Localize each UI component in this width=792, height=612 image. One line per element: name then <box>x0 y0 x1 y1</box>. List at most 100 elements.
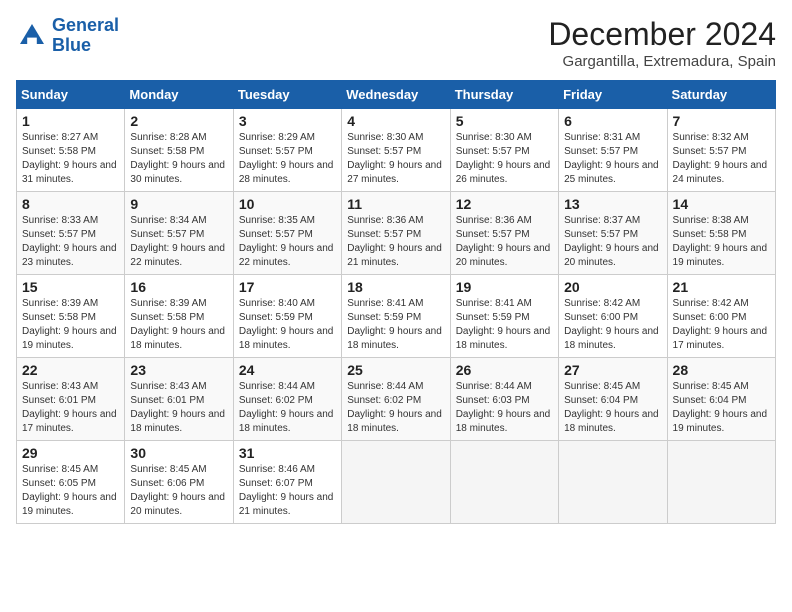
calendar-cell: 24Sunrise: 8:44 AM Sunset: 6:02 PM Dayli… <box>233 358 341 441</box>
day-header-saturday: Saturday <box>667 81 775 109</box>
day-info: Sunrise: 8:33 AM Sunset: 5:57 PM Dayligh… <box>22 214 119 270</box>
calendar-cell: 30 Sunrise: 8:45 AM Sunset: 6:06 PM Dayli… <box>125 441 233 524</box>
calendar-cell: 21Sunrise: 8:42 AM Sunset: 6:00 PM Dayli… <box>667 275 775 358</box>
day-info: Sunrise: 8:46 AM Sunset: 6:07 PM Dayligh… <box>239 463 336 519</box>
logo-icon <box>16 20 48 52</box>
day-info: Sunrise: 8:42 AM Sunset: 6:00 PM Dayligh… <box>564 297 661 353</box>
logo-text: General Blue <box>52 16 119 56</box>
day-info: Sunrise: 8:32 AM Sunset: 5:57 PM Dayligh… <box>673 131 770 187</box>
day-info: Sunrise: 8:45 AM Sunset: 6:06 PM Dayligh… <box>130 463 227 519</box>
day-number: 9 <box>130 196 227 212</box>
day-info: Sunrise: 8:30 AM Sunset: 5:57 PM Dayligh… <box>347 131 444 187</box>
calendar-table: SundayMondayTuesdayWednesdayThursdayFrid… <box>16 80 776 524</box>
day-info: Sunrise: 8:44 AM Sunset: 6:02 PM Dayligh… <box>347 380 444 436</box>
day-number: 14 <box>673 196 770 212</box>
calendar-cell: 9Sunrise: 8:34 AM Sunset: 5:57 PM Daylig… <box>125 192 233 275</box>
day-number: 27 <box>564 362 661 378</box>
day-number: 28 <box>673 362 770 378</box>
day-header-sunday: Sunday <box>17 81 125 109</box>
calendar-cell: 13 Sunrise: 8:37 AM Sunset: 5:57 PM Dayli… <box>559 192 667 275</box>
day-number: 6 <box>564 113 661 129</box>
month-title: December 2024 <box>548 16 776 53</box>
calendar-cell: 23Sunrise: 8:43 AM Sunset: 6:01 PM Dayli… <box>125 358 233 441</box>
calendar-cell: 3 Sunrise: 8:29 AM Sunset: 5:57 PM Daylig… <box>233 109 341 192</box>
day-number: 3 <box>239 113 336 129</box>
calendar-cell: 4 Sunrise: 8:30 AM Sunset: 5:57 PM Daylig… <box>342 109 450 192</box>
day-info: Sunrise: 8:37 AM Sunset: 5:57 PM Dayligh… <box>564 214 661 270</box>
week-row-2: 8 Sunrise: 8:33 AM Sunset: 5:57 PM Daylig… <box>17 192 776 275</box>
day-number: 25 <box>347 362 444 378</box>
calendar-cell: 16Sunrise: 8:39 AM Sunset: 5:58 PM Dayli… <box>125 275 233 358</box>
day-info: Sunrise: 8:43 AM Sunset: 6:01 PM Dayligh… <box>22 380 119 436</box>
calendar-cell: 11 Sunrise: 8:36 AM Sunset: 5:57 PM Dayli… <box>342 192 450 275</box>
calendar-cell: 7 Sunrise: 8:32 AM Sunset: 5:57 PM Daylig… <box>667 109 775 192</box>
day-number: 13 <box>564 196 661 212</box>
week-row-4: 22 Sunrise: 8:43 AM Sunset: 6:01 PM Dayli… <box>17 358 776 441</box>
location: Gargantilla, Extremadura, Spain <box>548 53 776 70</box>
day-info: Sunrise: 8:41 AM Sunset: 5:59 PM Dayligh… <box>347 297 444 353</box>
day-info: Sunrise: 8:39 AM Sunset: 5:58 PM Dayligh… <box>22 297 119 353</box>
day-header-tuesday: Tuesday <box>233 81 341 109</box>
calendar-cell: 26 Sunrise: 8:44 AM Sunset: 6:03 PM Dayli… <box>450 358 558 441</box>
day-number: 7 <box>673 113 770 129</box>
day-number: 19 <box>456 279 553 295</box>
calendar-cell: 31Sunrise: 8:46 AM Sunset: 6:07 PM Dayli… <box>233 441 341 524</box>
day-info: Sunrise: 8:36 AM Sunset: 5:57 PM Dayligh… <box>347 214 444 270</box>
day-info: Sunrise: 8:45 AM Sunset: 6:04 PM Dayligh… <box>564 380 661 436</box>
day-number: 11 <box>347 196 444 212</box>
page-header: General Blue December 2024 Gargantilla, … <box>16 16 776 70</box>
day-info: Sunrise: 8:27 AM Sunset: 5:58 PM Dayligh… <box>22 131 119 187</box>
calendar-cell: 19Sunrise: 8:41 AM Sunset: 5:59 PM Dayli… <box>450 275 558 358</box>
day-number: 17 <box>239 279 336 295</box>
calendar-cell: 22 Sunrise: 8:43 AM Sunset: 6:01 PM Dayli… <box>17 358 125 441</box>
calendar-cell: 18 Sunrise: 8:41 AM Sunset: 5:59 PM Dayli… <box>342 275 450 358</box>
calendar-cell: 6Sunrise: 8:31 AM Sunset: 5:57 PM Daylig… <box>559 109 667 192</box>
header-row: SundayMondayTuesdayWednesdayThursdayFrid… <box>17 81 776 109</box>
week-row-1: 1Sunrise: 8:27 AM Sunset: 5:58 PM Daylig… <box>17 109 776 192</box>
day-header-friday: Friday <box>559 81 667 109</box>
calendar-cell: 28 Sunrise: 8:45 AM Sunset: 6:04 PM Dayli… <box>667 358 775 441</box>
calendar-cell: 20 Sunrise: 8:42 AM Sunset: 6:00 PM Dayli… <box>559 275 667 358</box>
day-number: 26 <box>456 362 553 378</box>
calendar-cell <box>667 441 775 524</box>
day-info: Sunrise: 8:35 AM Sunset: 5:57 PM Dayligh… <box>239 214 336 270</box>
day-number: 8 <box>22 196 119 212</box>
calendar-cell: 5Sunrise: 8:30 AM Sunset: 5:57 PM Daylig… <box>450 109 558 192</box>
day-number: 22 <box>22 362 119 378</box>
day-number: 16 <box>130 279 227 295</box>
calendar-cell: 15Sunrise: 8:39 AM Sunset: 5:58 PM Dayli… <box>17 275 125 358</box>
calendar-cell <box>450 441 558 524</box>
day-number: 10 <box>239 196 336 212</box>
day-info: Sunrise: 8:44 AM Sunset: 6:02 PM Dayligh… <box>239 380 336 436</box>
week-row-3: 15Sunrise: 8:39 AM Sunset: 5:58 PM Dayli… <box>17 275 776 358</box>
day-header-monday: Monday <box>125 81 233 109</box>
logo: General Blue <box>16 16 119 56</box>
logo-line1: General <box>52 15 119 35</box>
day-number: 4 <box>347 113 444 129</box>
day-info: Sunrise: 8:45 AM Sunset: 6:04 PM Dayligh… <box>673 380 770 436</box>
week-row-5: 29 Sunrise: 8:45 AM Sunset: 6:05 PM Dayli… <box>17 441 776 524</box>
calendar-cell: 14Sunrise: 8:38 AM Sunset: 5:58 PM Dayli… <box>667 192 775 275</box>
day-number: 18 <box>347 279 444 295</box>
day-info: Sunrise: 8:29 AM Sunset: 5:57 PM Dayligh… <box>239 131 336 187</box>
day-info: Sunrise: 8:30 AM Sunset: 5:57 PM Dayligh… <box>456 131 553 187</box>
day-number: 2 <box>130 113 227 129</box>
calendar-cell <box>559 441 667 524</box>
calendar-cell: 17 Sunrise: 8:40 AM Sunset: 5:59 PM Dayli… <box>233 275 341 358</box>
calendar-cell <box>342 441 450 524</box>
day-header-thursday: Thursday <box>450 81 558 109</box>
calendar-cell: 12Sunrise: 8:36 AM Sunset: 5:57 PM Dayli… <box>450 192 558 275</box>
calendar-cell: 2 Sunrise: 8:28 AM Sunset: 5:58 PM Daylig… <box>125 109 233 192</box>
calendar-cell: 8 Sunrise: 8:33 AM Sunset: 5:57 PM Daylig… <box>17 192 125 275</box>
calendar-cell: 29 Sunrise: 8:45 AM Sunset: 6:05 PM Dayli… <box>17 441 125 524</box>
day-info: Sunrise: 8:36 AM Sunset: 5:57 PM Dayligh… <box>456 214 553 270</box>
day-number: 29 <box>22 445 119 461</box>
day-number: 23 <box>130 362 227 378</box>
day-info: Sunrise: 8:42 AM Sunset: 6:00 PM Dayligh… <box>673 297 770 353</box>
day-info: Sunrise: 8:45 AM Sunset: 6:05 PM Dayligh… <box>22 463 119 519</box>
day-number: 30 <box>130 445 227 461</box>
day-number: 20 <box>564 279 661 295</box>
day-info: Sunrise: 8:28 AM Sunset: 5:58 PM Dayligh… <box>130 131 227 187</box>
day-info: Sunrise: 8:40 AM Sunset: 5:59 PM Dayligh… <box>239 297 336 353</box>
day-info: Sunrise: 8:44 AM Sunset: 6:03 PM Dayligh… <box>456 380 553 436</box>
